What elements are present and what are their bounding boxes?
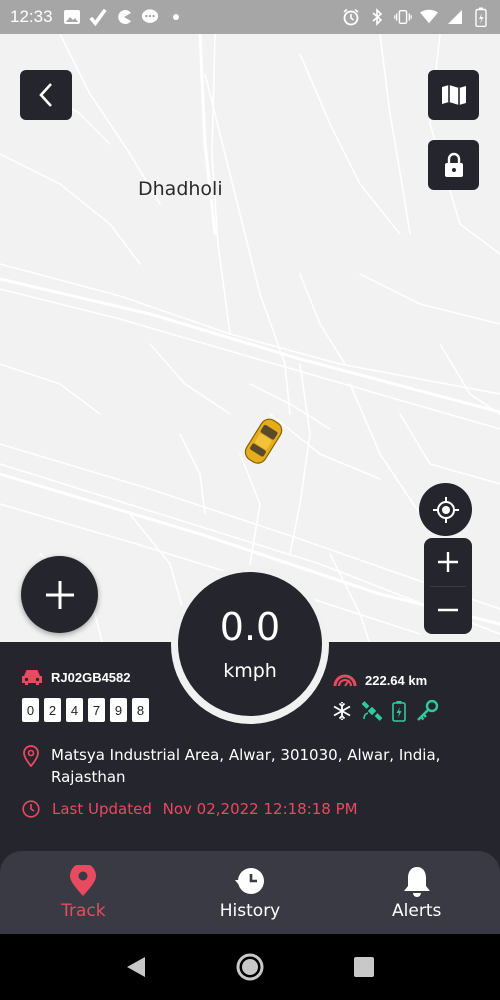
last-updated-row: Last Updated Nov 02,2022 12:18:18 PM — [22, 800, 358, 818]
map-pin-icon — [70, 864, 97, 896]
odometer-digit: 9 — [110, 698, 127, 722]
vehicle-status-icons — [332, 700, 439, 722]
recents-square-icon[interactable] — [353, 956, 375, 978]
distance-row: 222.64 km — [333, 672, 427, 688]
key-icon — [417, 700, 439, 721]
bell-icon — [403, 866, 430, 897]
speed-unit: kmph — [223, 660, 277, 682]
bluetooth-icon — [368, 8, 386, 26]
chevron-left-icon — [39, 83, 52, 107]
odometer-digit: 8 — [132, 698, 149, 722]
address-row: Matsya Industrial Area, Alwar, 301030, A… — [22, 744, 472, 788]
odometer-digit: 7 — [88, 698, 105, 722]
snowflake-icon — [333, 702, 351, 720]
signal-icon — [446, 8, 464, 26]
dot-icon — [167, 8, 185, 26]
crosshair-icon — [432, 496, 459, 523]
map-type-button[interactable] — [428, 70, 479, 120]
alarm-icon — [342, 8, 360, 26]
status-time: 12:33 — [10, 7, 53, 26]
odometer-digit: 4 — [66, 698, 83, 722]
system-navigation-bar — [0, 934, 500, 1000]
status-bar: 12:33 — [0, 0, 500, 34]
my-location-button[interactable] — [419, 483, 472, 536]
plus-icon — [438, 552, 458, 572]
gauge-icon — [333, 674, 357, 687]
odometer-digit: 0 — [22, 698, 39, 722]
wifi-icon — [420, 8, 438, 26]
minus-icon — [438, 608, 458, 612]
nav-track-label: Track — [61, 900, 106, 921]
image-icon — [63, 8, 81, 26]
lock-icon — [444, 152, 463, 177]
nav-history-label: History — [219, 900, 281, 921]
vehicle-plate-row: RJ02GB4582 — [21, 668, 131, 686]
add-button[interactable] — [21, 556, 98, 633]
car-icon — [22, 670, 42, 685]
home-circle-icon[interactable] — [235, 952, 265, 982]
odometer-digit: 2 — [44, 698, 61, 722]
odometer: 0 2 4 7 9 8 — [22, 698, 149, 722]
zoom-divider — [430, 586, 466, 587]
nav-track[interactable]: Track — [0, 851, 167, 934]
vehicle-address: Matsya Industrial Area, Alwar, 301030, A… — [51, 746, 441, 786]
battery-icon — [472, 7, 490, 27]
location-pin-icon — [23, 745, 39, 767]
panel-tab-right — [330, 642, 500, 672]
satellite-icon — [361, 701, 383, 721]
nav-alerts[interactable]: Alerts — [333, 851, 500, 934]
history-icon — [235, 867, 264, 894]
system-status-icons — [342, 7, 490, 27]
lock-button[interactable] — [428, 140, 479, 190]
map-icon — [441, 85, 466, 105]
zoom-out-button[interactable] — [424, 586, 472, 634]
vehicle-plate: RJ02GB4582 — [51, 669, 131, 685]
chat-bubble-icon — [141, 8, 159, 26]
check-icon — [88, 8, 107, 27]
zoom-controls — [424, 538, 472, 634]
map-place-label: Dhadholi — [138, 178, 223, 200]
car-marker-icon[interactable] — [236, 412, 290, 476]
pacman-icon — [115, 8, 133, 26]
nav-history[interactable]: History — [167, 851, 334, 934]
speedometer: 0.0 kmph — [178, 572, 322, 716]
battery-charging-icon — [392, 701, 406, 722]
distance-value: 222.64 km — [365, 672, 428, 688]
vibrate-icon — [394, 8, 412, 26]
bottom-navigation: Track History Alerts — [0, 851, 500, 934]
clock-icon — [22, 800, 40, 818]
back-triangle-icon[interactable] — [125, 955, 147, 979]
plus-icon — [45, 580, 74, 609]
notification-icons — [63, 8, 185, 27]
last-updated-value: Nov 02,2022 12:18:18 PM — [162, 800, 358, 818]
speed-value: 0.0 — [219, 605, 281, 649]
last-updated-label: Last Updated — [52, 800, 152, 818]
zoom-in-button[interactable] — [424, 538, 472, 586]
back-button[interactable] — [20, 70, 72, 120]
nav-alerts-label: Alerts — [392, 900, 442, 921]
